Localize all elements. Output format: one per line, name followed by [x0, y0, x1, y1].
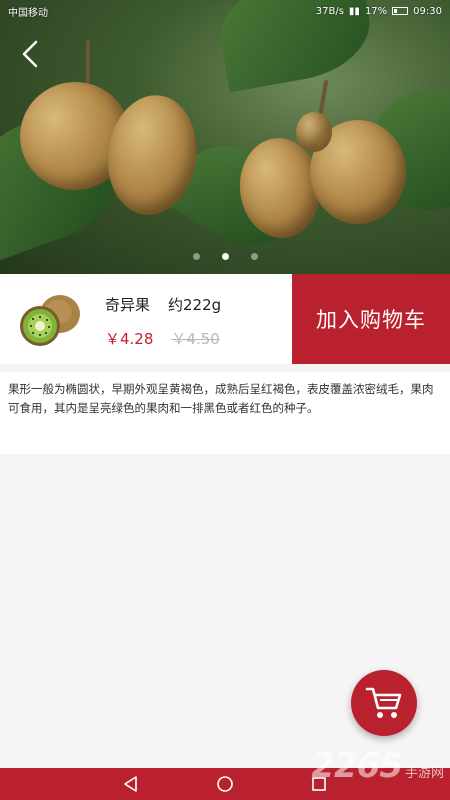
current-price: ￥4.28: [105, 330, 154, 348]
clock: 09:30: [413, 5, 442, 17]
carousel-dot[interactable]: [250, 253, 258, 260]
carousel-dot-active[interactable]: [221, 253, 229, 260]
cart-icon: [365, 687, 402, 718]
network-speed: 37B/s: [315, 5, 344, 17]
watermark: 2265 手游网: [311, 746, 444, 786]
status-indicators: 37B/s ▮▮ 17% 09:30: [316, 6, 442, 17]
status-bar: 中国移动 37B/s ▮▮ 17% 09:30: [0, 0, 450, 22]
kiwi-thumbnail-icon: [20, 295, 80, 346]
battery-percent: 17%: [364, 5, 388, 17]
back-arrow-icon: [22, 40, 38, 68]
product-hero-image[interactable]: [0, 0, 450, 274]
watermark-number: 2265: [311, 746, 403, 786]
product-detail-screen: 中国移动 37B/s ▮▮ 17% 09:30 奇异果 约222g ￥4.28 …: [0, 0, 450, 800]
signal-icon: ▮▮: [348, 5, 360, 17]
kiwi-fruit: [296, 112, 332, 152]
nav-home-icon[interactable]: [216, 775, 234, 793]
product-description: 果形一般为椭圆状，早期外观呈黄褐色，成熟后呈红褐色，表皮覆盖浓密绒毛，果肉可食用…: [0, 372, 450, 454]
battery-icon: [392, 7, 409, 15]
watermark-text: 手游网: [404, 766, 444, 781]
carrier-label: 中国移动: [8, 7, 48, 19]
product-title: 奇异果 约222g: [105, 294, 221, 315]
carousel-indicator: [0, 253, 450, 260]
nav-back-icon[interactable]: [122, 775, 140, 793]
shopping-cart-button[interactable]: [351, 670, 417, 736]
product-weight: 约222g: [168, 296, 222, 314]
product-info-bar: 奇异果 约222g ￥4.28 ￥4.50 加入购物车: [0, 274, 450, 364]
product-thumbnail: [14, 292, 84, 348]
original-price: ￥4.50: [171, 330, 220, 348]
price-row: ￥4.28 ￥4.50: [105, 328, 220, 349]
product-name: 奇异果: [105, 296, 151, 314]
back-button[interactable]: [12, 36, 48, 72]
add-to-cart-button[interactable]: 加入购物车: [292, 274, 450, 364]
carousel-dot[interactable]: [192, 253, 200, 260]
